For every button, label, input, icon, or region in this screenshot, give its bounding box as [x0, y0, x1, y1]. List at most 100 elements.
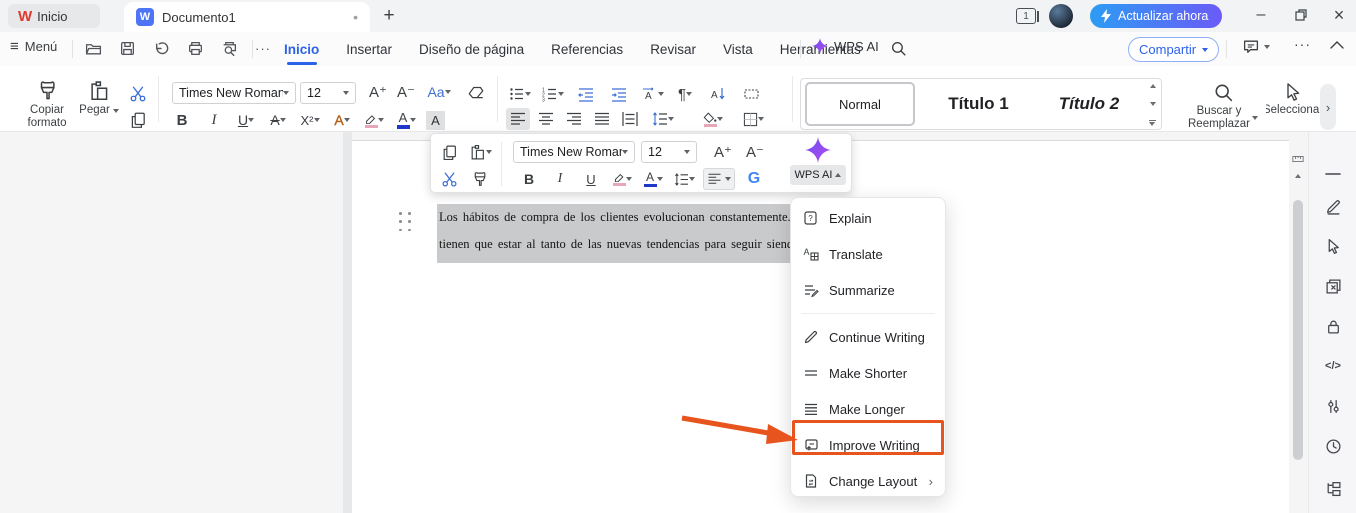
main-menu-button[interactable]: ≡ Menú — [10, 38, 57, 55]
increase-indent-button[interactable] — [607, 82, 631, 106]
select-cursor-icon[interactable] — [1323, 236, 1343, 256]
superscript-button[interactable]: X² — [298, 108, 322, 132]
mini-google-button[interactable]: G — [742, 167, 766, 191]
text-boundaries-button[interactable] — [739, 82, 763, 106]
user-avatar[interactable] — [1049, 4, 1073, 28]
font-size-select[interactable]: 12 — [300, 82, 356, 104]
scrollbar-thumb[interactable] — [1293, 200, 1303, 460]
code-icon[interactable]: </> — [1323, 356, 1343, 376]
underline-button[interactable]: U — [234, 108, 258, 132]
restore-button[interactable] — [1284, 0, 1318, 30]
decrease-indent-button[interactable] — [574, 82, 598, 106]
gallery-more-button[interactable] — [1149, 119, 1156, 126]
mini-underline-button[interactable]: U — [579, 167, 603, 191]
decrease-font-button[interactable]: A⁻ — [394, 80, 418, 104]
ribbon-expand-button[interactable]: › — [1320, 84, 1336, 130]
align-center-button[interactable] — [534, 108, 558, 130]
comments-button[interactable] — [1242, 38, 1270, 55]
new-tab-button[interactable]: + — [376, 3, 402, 29]
collapse-handle-icon[interactable] — [1323, 164, 1343, 184]
line-spacing-button[interactable] — [646, 108, 680, 130]
mini-format-painter-button[interactable] — [467, 167, 491, 191]
minimize-button[interactable]: – — [1244, 0, 1278, 30]
char-shading-button[interactable]: A — [426, 110, 445, 130]
settings-sliders-icon[interactable] — [1323, 396, 1343, 416]
italic-button[interactable]: I — [202, 108, 226, 132]
copy-format-button[interactable]: Copiar formato — [18, 80, 76, 130]
increase-font-button[interactable]: A⁺ — [366, 80, 390, 104]
mini-font-name-select[interactable]: Times New Roman — [513, 141, 635, 163]
paragraph-mark-button[interactable]: ¶ — [673, 82, 697, 106]
borders-button[interactable] — [735, 108, 771, 130]
ai-menu-item-translate[interactable]: A Translate — [791, 236, 945, 272]
tab-insertar[interactable]: Insertar — [346, 42, 392, 57]
align-left-button[interactable] — [506, 108, 530, 130]
scroll-up-button[interactable] — [1295, 174, 1301, 178]
distribute-button[interactable] — [618, 108, 642, 130]
selected-text-block[interactable]: Los hábitos de compra de los clientes ev… — [437, 204, 793, 263]
more-quick-actions-button[interactable]: ··· — [252, 37, 274, 59]
mini-paste-button[interactable] — [465, 140, 495, 164]
text-effects-button[interactable]: A — [330, 108, 354, 132]
vertical-scrollbar[interactable] — [1291, 132, 1305, 513]
font-name-select[interactable]: Times New Roman — [172, 82, 296, 104]
mini-font-color-button[interactable]: A — [641, 167, 665, 191]
numbering-button[interactable]: 123 — [541, 82, 565, 106]
style-titulo-2[interactable]: Título 2 — [1039, 82, 1139, 126]
change-case-button[interactable]: Aa — [422, 80, 456, 104]
search-button[interactable] — [890, 40, 907, 57]
mini-italic-button[interactable]: I — [548, 167, 572, 191]
select-button[interactable]: Seleccionar — [1266, 82, 1320, 117]
paragraph-drag-handle[interactable] — [399, 212, 414, 234]
find-replace-button[interactable]: Buscar y Reemplazar — [1186, 82, 1260, 131]
tab-vista[interactable]: Vista — [723, 42, 753, 57]
mini-wps-ai-button[interactable]: WPS AI — [789, 137, 847, 191]
mini-copy-button[interactable] — [437, 140, 461, 164]
print-preview-button[interactable] — [218, 37, 240, 59]
mini-font-size-select[interactable]: 12 — [641, 141, 697, 163]
mini-cut-button[interactable] — [437, 167, 461, 191]
collapse-ribbon-button[interactable] — [1330, 40, 1344, 49]
copy-button[interactable] — [126, 108, 150, 132]
mini-line-spacing-button[interactable] — [672, 167, 696, 191]
shading-button[interactable] — [695, 108, 731, 130]
mini-bold-button[interactable]: B — [517, 167, 541, 191]
mini-increase-font-button[interactable]: A⁺ — [711, 140, 735, 164]
ai-menu-item-change-layout[interactable]: Change Layout › — [791, 463, 945, 499]
history-clock-icon[interactable] — [1323, 436, 1343, 456]
save-button[interactable] — [116, 37, 138, 59]
bullets-button[interactable] — [508, 82, 532, 106]
document-tab[interactable]: W Documento1 • — [124, 2, 370, 32]
mini-alignment-button[interactable] — [703, 168, 735, 190]
bold-button[interactable]: B — [170, 108, 194, 132]
align-right-button[interactable] — [562, 108, 586, 130]
ai-menu-item-continue-writing[interactable]: Continue Writing — [791, 319, 945, 355]
window-count-badge[interactable]: 1 — [1016, 8, 1039, 24]
style-normal[interactable]: Normal — [805, 82, 915, 126]
ai-menu-item-improve-writing[interactable]: Improve Writing — [791, 427, 945, 463]
tab-referencias[interactable]: Referencias — [551, 42, 623, 57]
update-now-button[interactable]: Actualizar ahora — [1090, 4, 1223, 28]
lock-icon[interactable] — [1323, 316, 1343, 336]
cut-button[interactable] — [126, 82, 150, 106]
tab-inicio[interactable]: Inicio — [284, 42, 319, 57]
wps-ai-menu-button[interactable]: WPS AI — [812, 38, 879, 54]
tab-revisar[interactable]: Revisar — [650, 42, 696, 57]
style-titulo-1[interactable]: Título 1 — [926, 82, 1031, 126]
clear-pages-icon[interactable] — [1323, 276, 1343, 296]
justify-button[interactable] — [590, 108, 614, 130]
strikethrough-button[interactable]: A — [266, 108, 290, 132]
share-button[interactable]: Compartir — [1128, 37, 1220, 62]
paste-button[interactable]: Pegar — [76, 80, 122, 117]
mini-highlight-button[interactable] — [610, 167, 634, 191]
ai-menu-item-make-longer[interactable]: Make Longer — [791, 391, 945, 427]
edit-pen-icon[interactable] — [1323, 196, 1343, 216]
more-options-button[interactable]: ··· — [1294, 36, 1311, 52]
home-tab[interactable]: W Inicio — [8, 4, 100, 28]
undo-button[interactable] — [150, 37, 172, 59]
outline-tree-icon[interactable] — [1323, 478, 1343, 498]
ai-menu-item-summarize[interactable]: Summarize — [791, 272, 945, 308]
highlight-color-button[interactable] — [362, 108, 386, 132]
ruler-toggle-button[interactable] — [1292, 154, 1304, 164]
sort-button[interactable]: A — [706, 82, 730, 106]
